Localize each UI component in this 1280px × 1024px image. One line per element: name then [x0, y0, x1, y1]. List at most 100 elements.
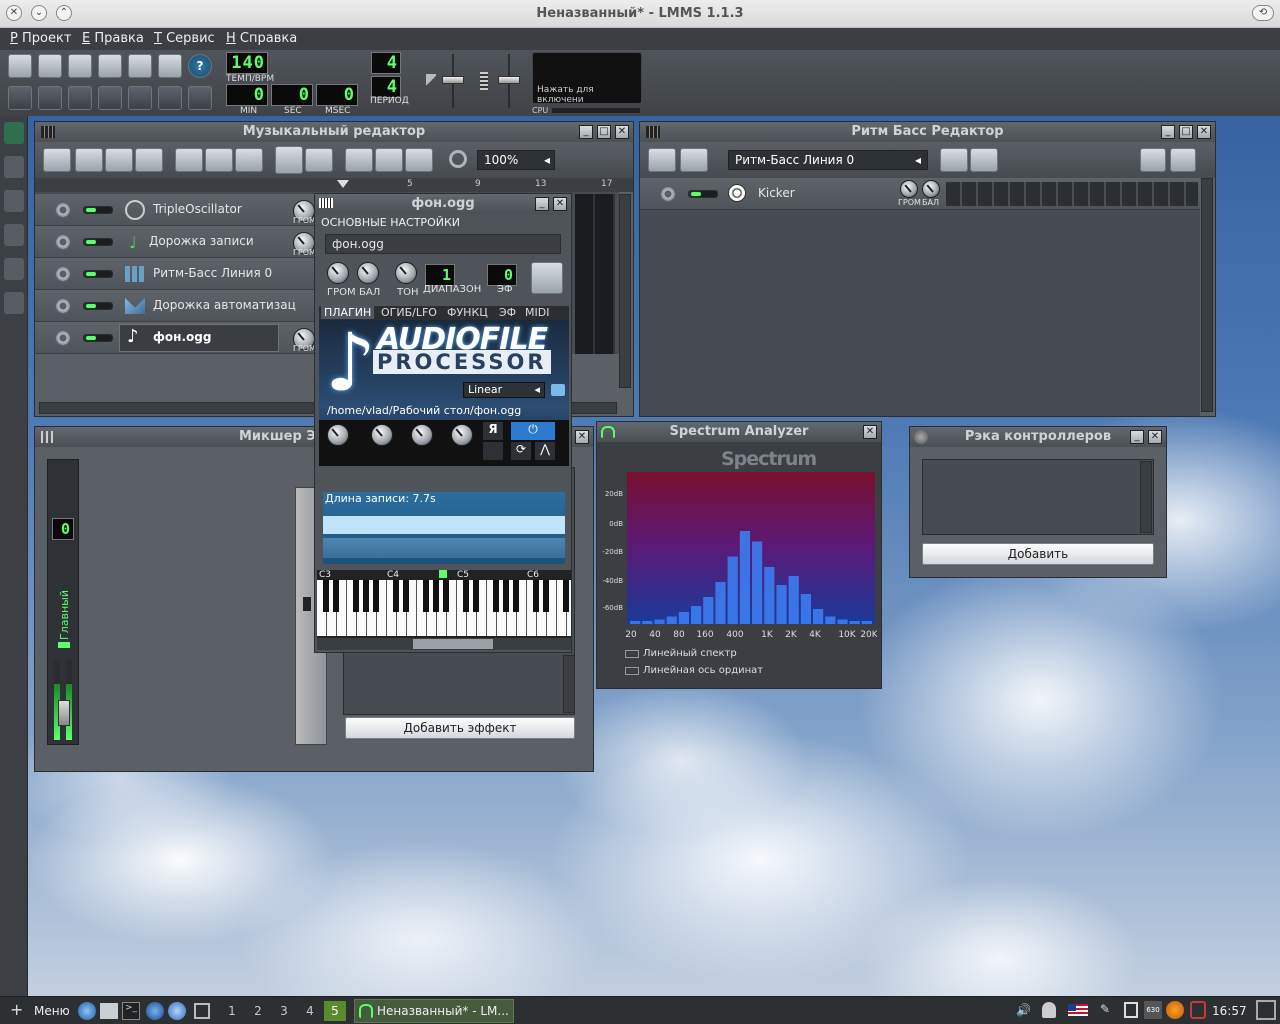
step-sequencer[interactable] — [946, 182, 1198, 206]
maximize-button[interactable]: □ — [597, 125, 611, 139]
vertical-scrollbar[interactable] — [619, 194, 631, 388]
gear-icon[interactable] — [55, 202, 71, 218]
pen-icon[interactable]: ✎ — [1100, 1002, 1114, 1018]
add-automation-track-button[interactable] — [235, 148, 263, 172]
linear-spectrum-checkbox[interactable] — [625, 650, 639, 658]
mute-led[interactable] — [83, 238, 113, 246]
play-button[interactable] — [648, 148, 676, 172]
menu-help[interactable]: H Справка — [226, 31, 297, 46]
browser-icon[interactable] — [78, 1002, 96, 1020]
pattern-select[interactable]: Ритм-Басс Линия 0 ◂ — [728, 150, 928, 170]
master-pitch-handle[interactable] — [498, 76, 520, 84]
record-button[interactable] — [75, 148, 103, 172]
restore-icon[interactable]: ⟲ — [1252, 5, 1274, 21]
shutdown-icon[interactable] — [1190, 1001, 1206, 1019]
pan-knob[interactable] — [357, 262, 379, 284]
loopback-knob[interactable] — [451, 424, 473, 446]
taskbar-task-lmms[interactable]: Неназванный* - LM... — [354, 999, 514, 1023]
pitch-knob[interactable] — [395, 262, 417, 284]
edit-mode-button[interactable] — [305, 148, 333, 172]
power-icon[interactable]: ⏻ — [511, 422, 555, 440]
maximize-button[interactable]: □ — [1179, 125, 1193, 139]
track-row[interactable]: Дорожка автоматизац — [35, 290, 315, 322]
track-name[interactable]: Дорожка записи — [149, 234, 254, 248]
pan-knob[interactable] — [922, 180, 940, 198]
bb-track-row[interactable]: Kicker ГРОМ БАЛ — [640, 178, 1200, 210]
gear-icon[interactable] — [660, 186, 676, 202]
show-desktop-corner-icon[interactable] — [1256, 1000, 1276, 1020]
controller-list[interactable] — [922, 459, 1154, 535]
end-point-knob[interactable] — [411, 424, 433, 446]
menu-project[interactable]: P Проект — [10, 31, 71, 46]
volume-knob[interactable] — [327, 262, 349, 284]
menu-edit[interactable]: E Правка — [82, 31, 144, 46]
add-effect-button[interactable]: Добавить эффект — [345, 717, 575, 739]
save-icon[interactable] — [128, 54, 152, 78]
close-button[interactable]: ✕ — [863, 425, 877, 439]
mute-led[interactable] — [83, 334, 113, 342]
menu-tools[interactable]: T Сервис — [154, 31, 215, 46]
clipboard-icon[interactable] — [1124, 1002, 1138, 1018]
tab-effects[interactable]: ЭФ — [499, 306, 516, 319]
workspace-button[interactable]: 4 — [300, 1001, 320, 1021]
record-while-playing-button[interactable] — [105, 148, 133, 172]
track-name[interactable]: TripleOscillator — [153, 202, 242, 216]
time-sig-denominator[interactable]: 4 — [371, 76, 401, 98]
loop-on-button[interactable]: ⟳ — [511, 442, 531, 460]
export-icon[interactable] — [158, 54, 182, 78]
add-bb-track-button[interactable] — [175, 148, 203, 172]
new-from-template-icon[interactable] — [38, 54, 62, 78]
presets-browser-icon[interactable] — [4, 224, 24, 246]
keyboard-scrollbar[interactable] — [317, 638, 571, 650]
show-desktop-icon[interactable] — [194, 1003, 210, 1019]
remove-steps-button[interactable] — [1140, 148, 1166, 172]
auto-scroll-button[interactable] — [345, 148, 373, 172]
start-plus-icon[interactable]: + — [10, 1000, 23, 1019]
close-button[interactable]: ✕ — [1197, 125, 1211, 139]
start-point-knob[interactable] — [371, 424, 393, 446]
mute-led[interactable] — [83, 270, 113, 278]
samples-browser-icon[interactable] — [4, 190, 24, 212]
workspace-button[interactable]: 2 — [248, 1001, 268, 1021]
user-icon[interactable] — [1042, 1002, 1056, 1018]
vertical-scrollbar[interactable] — [1201, 178, 1213, 412]
mute-led[interactable] — [83, 206, 113, 214]
fx-channel-display[interactable]: 0 — [487, 264, 517, 286]
gear-icon[interactable] — [55, 330, 71, 346]
loop-off-button[interactable] — [483, 442, 503, 460]
base-note-marker[interactable] — [439, 570, 447, 578]
bb-editor-icon[interactable] — [38, 86, 62, 110]
volume-knob[interactable] — [900, 180, 918, 198]
add-steps-button[interactable] — [1170, 148, 1196, 172]
automation-editor-icon[interactable] — [98, 86, 122, 110]
add-sample-track-button[interactable] — [205, 148, 233, 172]
recent-projects-icon[interactable] — [98, 54, 122, 78]
save-preset-icon[interactable] — [531, 262, 563, 294]
piano-roll-icon[interactable] — [68, 86, 92, 110]
track-name[interactable]: Дорожка автоматизац — [153, 298, 296, 312]
folder-icon[interactable] — [100, 1003, 118, 1019]
time-sig-numerator[interactable]: 4 — [371, 52, 401, 74]
loop-points-button[interactable] — [375, 148, 403, 172]
open-project-icon[interactable] — [68, 54, 92, 78]
play-button[interactable] — [43, 148, 71, 172]
song-editor-icon[interactable] — [8, 86, 32, 110]
tray-badge[interactable]: 630 — [1144, 1001, 1162, 1019]
network-icon[interactable] — [1166, 1001, 1184, 1019]
master-volume-handle[interactable] — [442, 76, 464, 84]
minimize-button[interactable]: _ — [1130, 430, 1144, 444]
volume-icon[interactable]: 🔊 — [1016, 1003, 1031, 1017]
track-row[interactable]: TripleOscillator — [35, 194, 315, 226]
tab-functions[interactable]: ФУНКЦ — [447, 306, 488, 319]
computer-browser-icon[interactable] — [4, 292, 24, 314]
tab-envelope-lfo[interactable]: ОГИБ/LFO — [381, 306, 437, 319]
oscilloscope[interactable]: Нажать для включени — [532, 52, 642, 105]
tempo-display[interactable]: 140 — [226, 52, 268, 74]
open-file-icon[interactable] — [551, 384, 565, 396]
stop-behaviour-button[interactable] — [405, 148, 433, 172]
workspace-button[interactable]: 5 — [324, 1001, 346, 1021]
track-row[interactable]: ♩ Дорожка записи — [35, 226, 315, 258]
pattern-grid[interactable] — [575, 194, 615, 354]
close-button[interactable]: ✕ — [615, 125, 629, 139]
mixer-icon[interactable] — [128, 86, 152, 110]
